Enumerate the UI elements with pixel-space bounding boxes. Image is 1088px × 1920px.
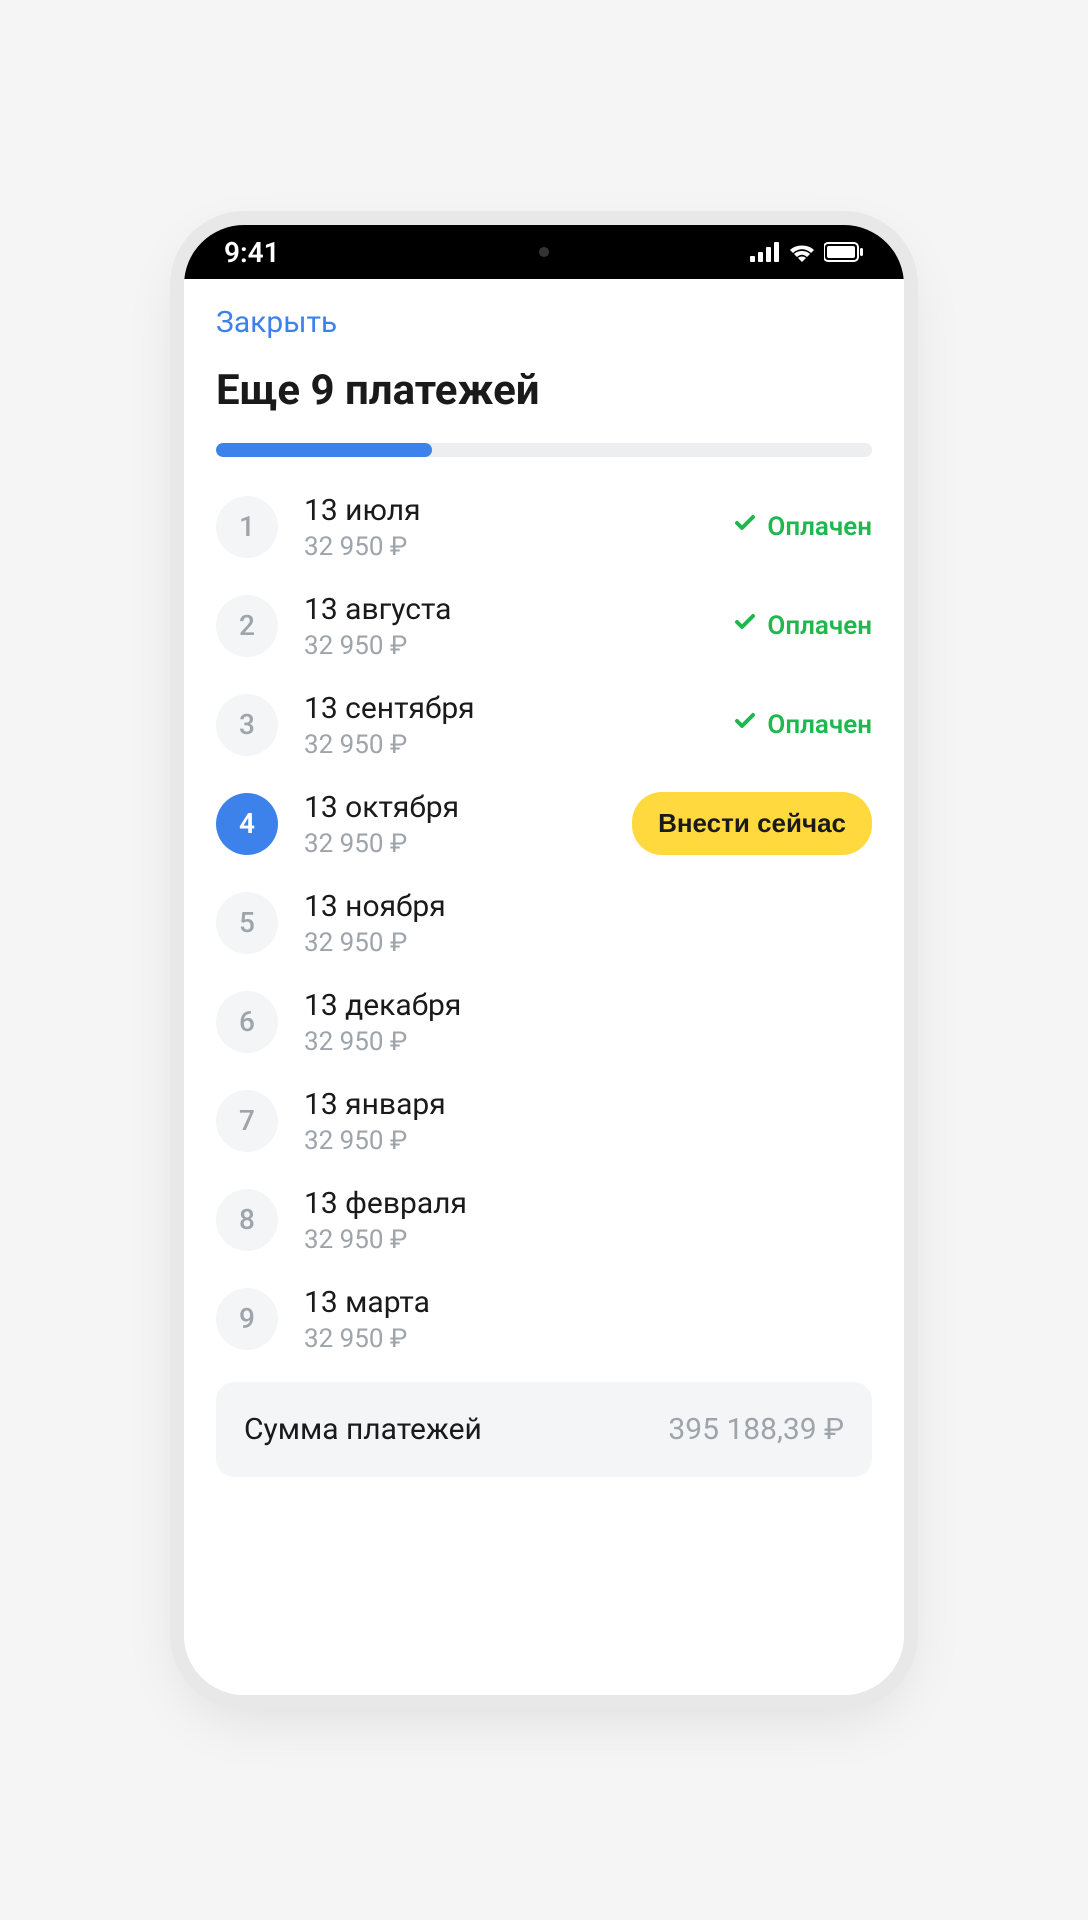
payment-amount: 32 950 ₽: [304, 1324, 872, 1354]
payment-index: 2: [216, 595, 278, 657]
status-paid: Оплачен: [733, 511, 872, 542]
payment-text: 13 ноября32 950 ₽: [304, 887, 872, 958]
payment-date: 13 октября: [304, 788, 632, 827]
summary-box: Сумма платежей 395 188,39 ₽: [216, 1382, 872, 1477]
check-icon: [733, 709, 757, 740]
payment-date: 13 декабря: [304, 986, 872, 1025]
progress-bar: [216, 443, 872, 457]
status-paid: Оплачен: [733, 709, 872, 740]
payment-index: 8: [216, 1189, 278, 1251]
payment-index: 7: [216, 1090, 278, 1152]
payment-date: 13 марта: [304, 1283, 872, 1322]
payment-amount: 32 950 ₽: [304, 1126, 872, 1156]
payment-date: 13 сентября: [304, 689, 733, 728]
payment-index: 4: [216, 793, 278, 855]
payment-text: 13 марта32 950 ₽: [304, 1283, 872, 1354]
status-paid-label: Оплачен: [767, 512, 872, 542]
payment-row[interactable]: 8 13 февраля32 950 ₽: [216, 1170, 872, 1269]
payment-text: 13 января32 950 ₽: [304, 1085, 872, 1156]
payment-index: 1: [216, 496, 278, 558]
payment-amount: 32 950 ₽: [304, 928, 872, 958]
payments-list: 113 июля32 950 ₽Оплачен213 августа32 950…: [216, 477, 872, 1368]
payment-index: 3: [216, 694, 278, 756]
cellular-signal-icon: [750, 242, 780, 262]
check-icon: [733, 511, 757, 542]
wifi-icon: [788, 242, 816, 262]
payment-amount: 32 950 ₽: [304, 1027, 872, 1057]
status-paid-label: Оплачен: [767, 710, 872, 740]
payment-row[interactable]: 7 13 января32 950 ₽: [216, 1071, 872, 1170]
payment-date: 13 июля: [304, 491, 733, 530]
payment-amount: 32 950 ₽: [304, 829, 632, 859]
payment-amount: 32 950 ₽: [304, 631, 733, 661]
page-title: Еще 9 платежей: [216, 366, 872, 415]
payment-amount: 32 950 ₽: [304, 730, 733, 760]
payment-text: 13 сентября32 950 ₽: [304, 689, 733, 760]
summary-label: Сумма платежей: [244, 1412, 482, 1447]
payment-row[interactable]: 2 13 августа32 950 ₽ Оплачен: [216, 576, 872, 675]
screen-content: Закрыть Еще 9 платежей 113 июля32 950 ₽О…: [184, 279, 904, 1695]
payment-row[interactable]: 5 13 ноября32 950 ₽: [216, 873, 872, 972]
status-paid: Оплачен: [733, 610, 872, 641]
payment-amount: 32 950 ₽: [304, 1225, 872, 1255]
device-notch: [394, 225, 694, 279]
progress-fill: [216, 443, 432, 457]
status-icons: [750, 242, 864, 262]
payment-row[interactable]: 9 13 марта32 950 ₽: [216, 1269, 872, 1368]
status-paid-label: Оплачен: [767, 611, 872, 641]
device-frame: 9:41 Закрыть Еще 9 платежей 113 июля32 9…: [184, 225, 904, 1695]
status-time: 9:41: [224, 236, 280, 269]
payment-row[interactable]: 3 13 сентября32 950 ₽ Оплачен: [216, 675, 872, 774]
payment-date: 13 ноября: [304, 887, 872, 926]
summary-value: 395 188,39 ₽: [668, 1412, 844, 1447]
payment-text: 13 декабря32 950 ₽: [304, 986, 872, 1057]
payment-amount: 32 950 ₽: [304, 532, 733, 562]
pay-now-button[interactable]: Внести сейчас: [632, 792, 872, 855]
battery-icon: [824, 242, 864, 262]
payment-date: 13 февраля: [304, 1184, 872, 1223]
payment-text: 13 июля32 950 ₽: [304, 491, 733, 562]
check-icon: [733, 610, 757, 641]
payment-text: 13 октября32 950 ₽: [304, 788, 632, 859]
payment-text: 13 августа32 950 ₽: [304, 590, 733, 661]
payment-index: 6: [216, 991, 278, 1053]
payment-date: 13 января: [304, 1085, 872, 1124]
payment-row[interactable]: 6 13 декабря32 950 ₽: [216, 972, 872, 1071]
payment-index: 9: [216, 1288, 278, 1350]
payment-index: 5: [216, 892, 278, 954]
payment-row[interactable]: 1 13 июля32 950 ₽ Оплачен: [216, 477, 872, 576]
close-button[interactable]: Закрыть: [216, 279, 872, 366]
payment-row[interactable]: 4 13 октября32 950 ₽Внести сейчас: [216, 774, 872, 873]
payment-date: 13 августа: [304, 590, 733, 629]
payment-text: 13 февраля32 950 ₽: [304, 1184, 872, 1255]
